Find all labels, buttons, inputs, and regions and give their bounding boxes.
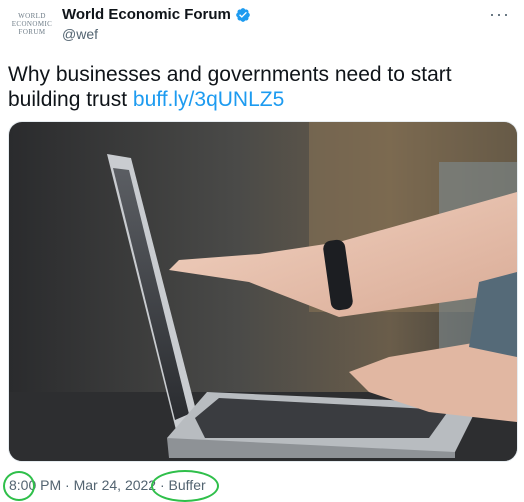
tweet-date[interactable]: Mar 24, 2022 bbox=[74, 477, 157, 493]
account-handle[interactable]: @wef bbox=[62, 26, 98, 42]
avatar-line-3: FORUM bbox=[18, 28, 46, 36]
account-avatar[interactable]: WORLD ECONOMIC FORUM bbox=[8, 6, 56, 42]
avatar-line-2: ECONOMIC bbox=[11, 20, 53, 28]
tweet-image[interactable] bbox=[8, 121, 518, 462]
tweet-link[interactable]: buff.ly/3qUNLZ5 bbox=[133, 88, 284, 111]
meta-separator: · bbox=[61, 477, 74, 493]
account-name-row[interactable]: World Economic Forum bbox=[62, 6, 251, 23]
meta-separator: · bbox=[156, 477, 169, 493]
more-options-icon[interactable]: ··· bbox=[489, 4, 510, 25]
tweet-time[interactable]: 8:00 PM bbox=[9, 477, 61, 493]
tweet-source[interactable]: Buffer bbox=[169, 477, 206, 493]
tweet-text: Why businesses and governments need to s… bbox=[8, 62, 508, 112]
avatar-line-1: WORLD bbox=[18, 12, 46, 20]
verified-badge-icon bbox=[236, 7, 250, 22]
laptop-photo bbox=[9, 122, 517, 461]
tweet-meta: 8:00 PM · Mar 24, 2022 · Buffer bbox=[9, 477, 206, 493]
account-name[interactable]: World Economic Forum bbox=[62, 6, 231, 23]
